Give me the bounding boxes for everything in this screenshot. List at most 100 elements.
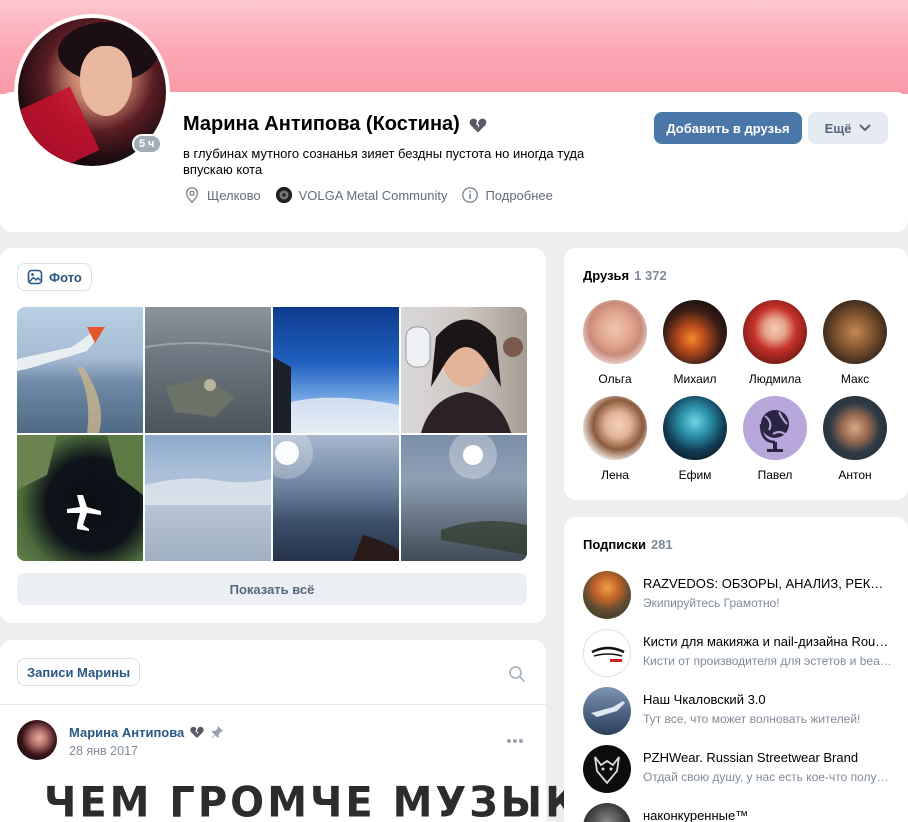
post-author-name: Марина Антипова xyxy=(69,724,185,740)
show-all-photos-button[interactable]: Показать всё xyxy=(17,573,527,605)
post-image-text: ЧЕМ ГРОМЧЕ МУЗЫК xyxy=(44,778,581,822)
photo-thumbnail[interactable] xyxy=(401,307,527,433)
friends-count: 1 372 xyxy=(634,268,667,283)
chevron-down-icon xyxy=(859,124,871,131)
profile-name: Марина Антипова (Костина) xyxy=(183,113,460,135)
subscription-desc: Тут все, что может волновать жителей! xyxy=(643,712,861,726)
friends-card: Друзья 1 372 Ольга Михаил Людмила Макс Ле… xyxy=(564,248,908,500)
more-label: Ещё xyxy=(824,120,852,136)
subscription-item[interactable]: наконкуренные™ xyxy=(583,803,893,822)
profile-status: в глубинах мутного сознанья зияет бездны… xyxy=(183,146,585,177)
friend-avatar xyxy=(743,396,807,460)
community-logo-icon xyxy=(275,186,292,204)
friend-item[interactable]: Михаил xyxy=(655,300,735,386)
friend-name: Антон xyxy=(838,468,872,482)
photos-card: Фото Показать всё xyxy=(0,248,546,623)
friend-name: Людмила xyxy=(748,372,802,386)
subscription-name: RAZVEDOS: ОБЗОРЫ, АНАЛИЗ, РЕКОМЕНДАЦИИ xyxy=(643,576,893,591)
subscription-item[interactable]: RAZVEDOS: ОБЗОРЫ, АНАЛИЗ, РЕКОМЕНДАЦИИ Э… xyxy=(583,571,893,619)
photo-thumbnail[interactable] xyxy=(273,307,399,433)
last-seen-badge: 5 ч xyxy=(132,134,162,154)
more-actions-icon[interactable] xyxy=(506,738,524,744)
broken-heart-icon xyxy=(190,726,204,738)
subscription-avatar xyxy=(583,687,631,735)
photo-thumbnail[interactable] xyxy=(273,435,399,561)
tab-photos[interactable]: Фото xyxy=(17,263,92,291)
friend-item[interactable]: Макс xyxy=(815,300,895,386)
details-link[interactable]: Подробнее xyxy=(461,186,553,204)
profile-meta: Щелково VOLGA Metal Community Подробнее xyxy=(183,186,553,204)
subscription-avatar xyxy=(583,571,631,619)
friend-avatar xyxy=(663,396,727,460)
last-seen-text: 5 ч xyxy=(134,136,160,152)
post-image[interactable]: ЧЕМ ГРОМЧЕ МУЗЫКА! xyxy=(44,779,636,822)
divider xyxy=(0,704,546,705)
friends-title[interactable]: Друзья 1 372 xyxy=(583,268,667,283)
friend-name: Макс xyxy=(840,372,870,386)
image-icon xyxy=(27,269,43,285)
post-author-avatar[interactable] xyxy=(17,720,57,760)
photo-thumbnail[interactable] xyxy=(145,307,271,433)
friend-avatar xyxy=(663,300,727,364)
subscriptions-title[interactable]: Подписки 281 xyxy=(583,537,673,552)
friend-avatar xyxy=(743,300,807,364)
friend-name: Ольга xyxy=(598,372,632,386)
location-pin-icon xyxy=(185,187,199,204)
broken-heart-icon xyxy=(469,118,487,132)
friend-item[interactable]: Ольга xyxy=(575,300,655,386)
post-author[interactable]: Марина Антипова xyxy=(69,724,224,740)
subscription-avatar xyxy=(583,803,631,822)
post-date[interactable]: 28 янв 2017 xyxy=(69,744,138,758)
photo-thumbnail[interactable] xyxy=(401,435,527,561)
photo-thumbnail[interactable] xyxy=(17,435,143,561)
city-item[interactable]: Щелково xyxy=(183,186,261,204)
subscription-name: Кисти для макияжа и nail-дизайна Roublof… xyxy=(643,634,893,649)
subscription-avatar xyxy=(583,745,631,793)
friend-item[interactable]: Павел xyxy=(735,396,815,482)
posts-card: Записи Марины Марина Антипова 28 янв 201… xyxy=(0,640,633,822)
subscription-desc: Экипируйтесь Грамотно! xyxy=(643,596,780,610)
more-button[interactable]: Ещё xyxy=(808,112,888,144)
friend-name: Лена xyxy=(601,468,629,482)
subscriptions-title-label: Подписки xyxy=(583,537,646,552)
friend-avatar xyxy=(583,300,647,364)
friend-avatar xyxy=(583,396,647,460)
subscription-item[interactable]: Наш Чкаловский 3.0 Тут все, что может во… xyxy=(583,687,893,735)
photo-thumbnail[interactable] xyxy=(17,307,143,433)
tab-posts[interactable]: Записи Марины xyxy=(17,658,141,686)
subscription-avatar xyxy=(583,629,631,677)
subscription-name: наконкуренные™ xyxy=(643,808,749,822)
subscription-item[interactable]: PZHWear. Russian Streetwear Brand Отдай … xyxy=(583,745,893,793)
friend-item[interactable]: Людмила xyxy=(735,300,815,386)
globe-icon xyxy=(759,410,789,452)
friend-item[interactable]: Лена xyxy=(575,396,655,482)
friend-name: Михаил xyxy=(673,372,717,386)
photo-thumbnail[interactable] xyxy=(145,435,271,561)
friend-item[interactable]: Ефим xyxy=(655,396,735,482)
friend-avatar xyxy=(823,396,887,460)
pin-icon xyxy=(211,726,224,738)
search-icon[interactable] xyxy=(508,665,526,683)
profile-name-row: Марина Антипова (Костина) xyxy=(183,113,488,136)
city-label: Щелково xyxy=(207,187,261,203)
community-item[interactable]: VOLGA Metal Community xyxy=(275,186,448,204)
brand-logo-icon xyxy=(591,646,625,662)
tab-photos-label: Фото xyxy=(49,269,82,285)
friend-avatar xyxy=(823,300,887,364)
info-icon xyxy=(462,187,479,203)
photo-grid xyxy=(17,307,527,561)
subscriptions-card: Подписки 281 RAZVEDOS: ОБЗОРЫ, АНАЛИЗ, РЕ… xyxy=(564,517,908,822)
subscription-name: PZHWear. Russian Streetwear Brand xyxy=(643,750,859,765)
wolf-logo-icon xyxy=(594,756,620,785)
friends-title-label: Друзья xyxy=(583,268,630,283)
subscription-name: Наш Чкаловский 3.0 xyxy=(643,692,766,707)
friend-name: Павел xyxy=(757,468,793,482)
subscription-desc: Кисти от производителя для эстетов и bea… xyxy=(643,654,893,668)
add-friend-button[interactable]: Добавить в друзья xyxy=(654,112,802,144)
friend-name: Ефим xyxy=(678,468,712,482)
subscriptions-count: 281 xyxy=(650,537,673,552)
subscription-item[interactable]: Кисти для макияжа и nail-дизайна Roublof… xyxy=(583,629,893,677)
subscription-desc: Отдай свою душу, у нас есть кое-что полу… xyxy=(643,770,893,784)
community-label: VOLGA Metal Community xyxy=(298,187,448,203)
friend-item[interactable]: Антон xyxy=(815,396,895,482)
